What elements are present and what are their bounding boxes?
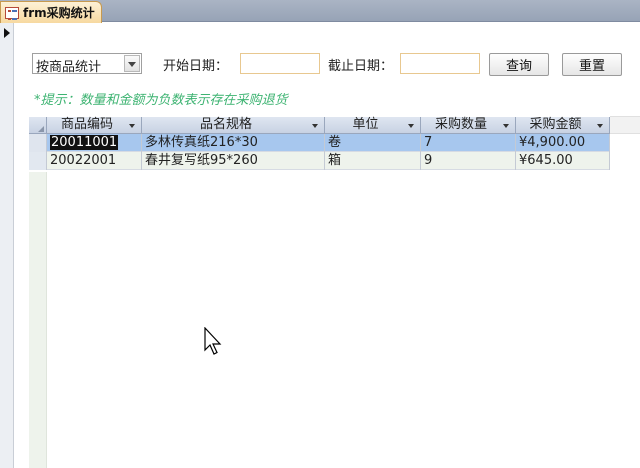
filter-dropdown-icon[interactable] bbox=[406, 120, 417, 131]
table-cell[interactable]: ¥645.00 bbox=[516, 152, 610, 170]
current-record-arrow-icon bbox=[4, 28, 10, 38]
row-selector[interactable] bbox=[29, 134, 47, 152]
row-selector[interactable] bbox=[29, 152, 47, 170]
table-row[interactable]: 20011001 多林传真纸216*30 卷 7 ¥4,900.00 bbox=[29, 134, 610, 152]
datasheet-row-selector-column bbox=[29, 172, 47, 468]
cell-text: 20011001 bbox=[50, 135, 119, 150]
tab-label: frm采购统计 bbox=[23, 6, 95, 20]
column-header-label: 单位 bbox=[352, 117, 379, 132]
table-cell[interactable]: 箱 bbox=[325, 152, 421, 170]
filter-dropdown-icon[interactable] bbox=[501, 120, 512, 131]
purchase-datasheet: 商品编码 品名规格 单位 采购数量 采购金额 20011001 多林传真纸216… bbox=[29, 117, 610, 170]
table-cell[interactable]: 9 bbox=[421, 152, 516, 170]
end-date-field[interactable] bbox=[400, 53, 480, 74]
column-header-label: 采购金额 bbox=[529, 117, 582, 132]
record-selector[interactable] bbox=[0, 23, 14, 468]
table-cell[interactable]: 7 bbox=[421, 134, 516, 152]
column-header[interactable]: 采购数量 bbox=[421, 117, 516, 134]
table-cell[interactable]: 20022001 bbox=[47, 152, 142, 170]
datasheet-header: 商品编码 品名规格 单位 采购数量 采购金额 bbox=[29, 117, 610, 134]
column-header-label: 商品编码 bbox=[60, 117, 113, 132]
filter-dropdown-icon[interactable] bbox=[310, 120, 321, 131]
column-header-label: 品名规格 bbox=[199, 117, 252, 132]
end-date-label: 截止日期： bbox=[328, 59, 394, 74]
filter-dropdown-icon[interactable] bbox=[127, 120, 138, 131]
table-cell[interactable]: 卷 bbox=[325, 134, 421, 152]
query-button[interactable]: 查询 bbox=[489, 53, 549, 76]
mouse-pointer-icon bbox=[204, 327, 222, 355]
datasheet-empty-area bbox=[29, 172, 640, 468]
hint-text: *提示：数量和金额为负数表示存在采购退货 bbox=[34, 93, 288, 108]
chevron-down-icon[interactable] bbox=[124, 55, 140, 72]
reset-button[interactable]: 重置 bbox=[562, 53, 622, 76]
filter-dropdown-icon[interactable] bbox=[595, 120, 606, 131]
table-cell[interactable]: 多林传真纸216*30 bbox=[142, 134, 325, 152]
tab-frm-purchase-stats[interactable]: frm采购统计 bbox=[0, 1, 102, 23]
column-header[interactable]: 采购金额 bbox=[516, 117, 610, 134]
column-header[interactable]: 品名规格 bbox=[142, 117, 325, 134]
column-header[interactable]: 商品编码 bbox=[47, 117, 142, 134]
table-cell[interactable]: 20011001 bbox=[47, 134, 142, 152]
start-date-label: 开始日期： bbox=[163, 59, 229, 74]
group-by-value: 按商品统计 bbox=[36, 60, 102, 75]
document-tab-bar: frm采购统计 bbox=[0, 0, 640, 23]
table-cell[interactable]: 春井复写纸95*260 bbox=[142, 152, 325, 170]
start-date-field[interactable] bbox=[240, 53, 320, 74]
table-row[interactable]: 20022001 春井复写纸95*260 箱 9 ¥645.00 bbox=[29, 152, 610, 170]
column-header-label: 采购数量 bbox=[434, 117, 487, 132]
column-header[interactable]: 单位 bbox=[325, 117, 421, 134]
form-icon bbox=[5, 6, 19, 20]
table-cell[interactable]: ¥4,900.00 bbox=[516, 134, 610, 152]
datasheet-header-filler bbox=[610, 116, 640, 134]
group-by-combobox[interactable]: 按商品统计 bbox=[32, 53, 142, 75]
select-all-corner[interactable] bbox=[29, 117, 47, 134]
